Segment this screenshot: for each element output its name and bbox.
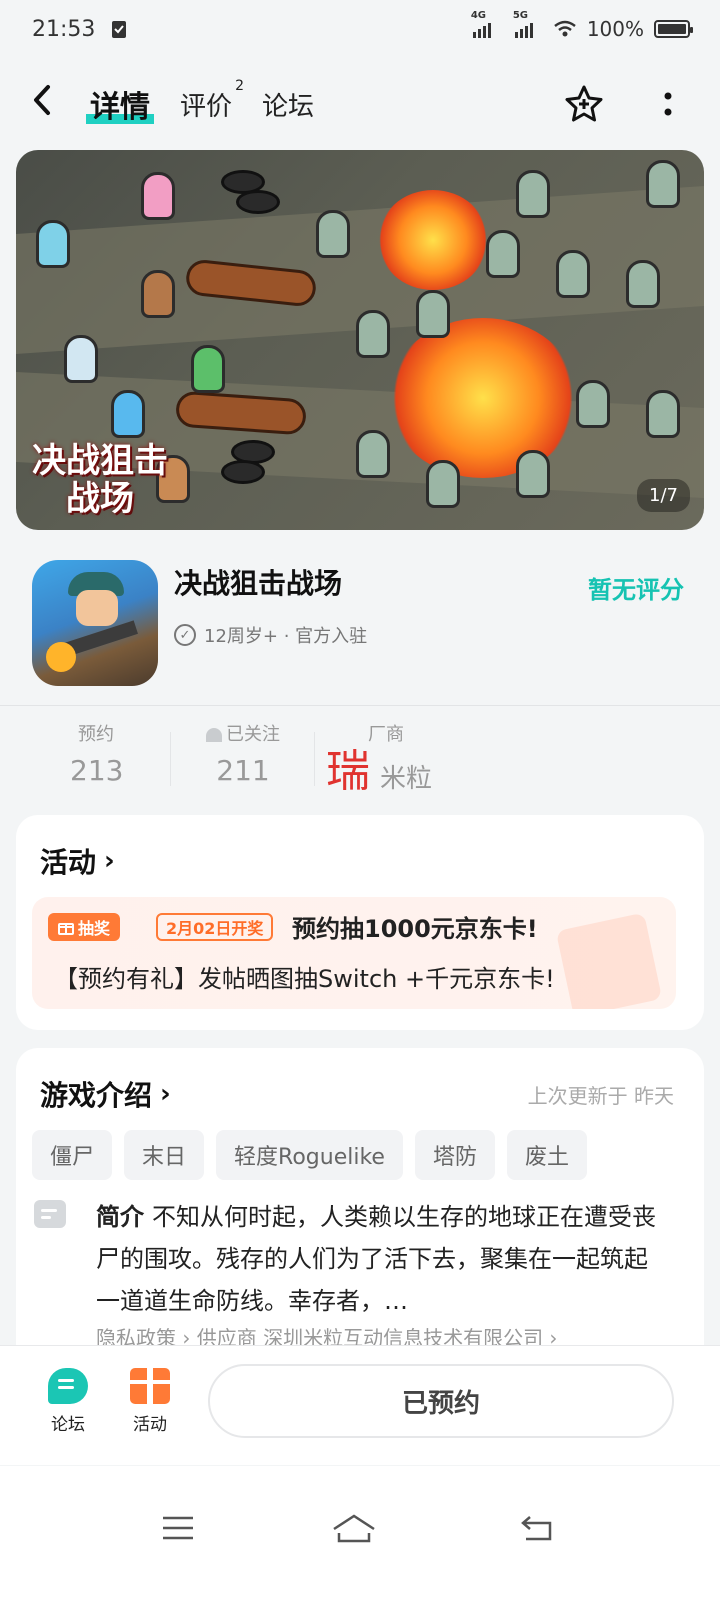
wifi-icon [554, 20, 576, 37]
game-title: 决战狙击战场 [174, 567, 343, 600]
clipboard-icon [112, 21, 127, 38]
reserve-stat: 预约 213 [70, 720, 124, 787]
activity-card: 活动 › 抽奖 2月02日开奖 预约抽1000元京东卡! 【预约有礼】发帖晒图抽… [16, 815, 704, 1030]
review-count: 2 [235, 77, 245, 94]
game-summary[interactable]: 简介 不知从何时起，人类赖以生存的地球正在遭受丧尸的围攻。残存的人们为了活下去，聚… [96, 1196, 668, 1322]
chevron-right-icon: › [104, 846, 115, 876]
follow-label: 已关注 [226, 724, 280, 745]
vendor-name[interactable]: 米粒 [380, 758, 432, 795]
reserved-button[interactable]: 已预约 [208, 1364, 674, 1438]
top-nav: 详情 评价 2 论坛 [0, 70, 720, 138]
battery-icon [654, 20, 693, 38]
tag-item[interactable]: 僵尸 [32, 1130, 113, 1180]
tab-details[interactable]: 详情 [86, 82, 154, 126]
clock: 21:53 [32, 16, 96, 42]
game-meta: ✓ 12周岁+ · 官方入驻 [174, 622, 367, 648]
activity-header[interactable]: 活动 › [40, 841, 115, 881]
tag-item[interactable]: 末日 [124, 1130, 205, 1180]
follow-count: 211 [216, 754, 270, 787]
activity-button[interactable]: 活动 [120, 1368, 180, 1435]
draw-date-badge: 2月02日开奖 [156, 913, 274, 941]
home-icon[interactable] [324, 1508, 384, 1548]
vendor-label: 厂商 [368, 724, 404, 745]
activity-item[interactable]: 抽奖 2月02日开奖 预约抽1000元京东卡! 【预约有礼】发帖晒图抽Switc… [32, 897, 676, 1009]
signal-4g-icon: 4G [471, 10, 491, 38]
verified-icon: ✓ [174, 624, 196, 646]
battery-percent: 100% [586, 17, 644, 41]
forum-button-label: 论坛 [51, 1415, 85, 1435]
reserve-count: 213 [70, 754, 124, 787]
activity-description: 【预约有礼】发帖晒图抽Switch +千元京东卡! [54, 965, 555, 993]
gift-watermark-icon [555, 912, 663, 1009]
gift-small-icon [58, 923, 74, 935]
status-bar: 21:53 4G 5G 100% [0, 0, 720, 58]
signal-5g-icon: 5G [513, 10, 533, 38]
tag-item[interactable]: 塔防 [414, 1130, 495, 1180]
stats-row: 预约 213 已关注 211 厂商 瑞 米粒 [0, 720, 720, 800]
back-icon[interactable] [30, 82, 80, 126]
menu-icon[interactable] [148, 1508, 208, 1548]
chevron-right-icon: › [160, 1079, 171, 1109]
game-logo-art: 决战狙击战场 [32, 441, 168, 519]
activity-button-label: 活动 [133, 1415, 167, 1435]
lottery-badge: 抽奖 [48, 913, 121, 941]
activity-title: 活动 [40, 846, 97, 879]
tag-item[interactable]: 废土 [506, 1130, 587, 1180]
rating-label: 暂无评分 [588, 576, 684, 604]
intro-header[interactable]: 游戏介绍 › [40, 1074, 171, 1114]
tag-item[interactable]: 轻度Roguelike [216, 1130, 403, 1180]
lottery-badge-label: 抽奖 [78, 919, 111, 938]
summary-icon [34, 1200, 66, 1228]
summary-label: 简介 [96, 1203, 144, 1231]
last-updated: 上次更新于 昨天 [527, 1084, 674, 1108]
divider [0, 705, 720, 706]
tag-list: 僵尸 末日 轻度Roguelike 塔防 废土 [32, 1130, 587, 1180]
carousel-page-indicator: 1/7 [637, 479, 690, 512]
reserve-label: 预约 [78, 724, 114, 745]
tab-reviews[interactable]: 评价 2 [180, 78, 244, 123]
intro-title: 游戏介绍 [40, 1079, 153, 1112]
heart-icon [206, 728, 222, 742]
forum-button[interactable]: 论坛 [38, 1368, 98, 1435]
game-app-icon [32, 560, 158, 686]
tab-reviews-label: 评价 [180, 91, 233, 122]
activity-headline: 预约抽1000元京东卡! [292, 915, 538, 943]
tab-forum[interactable]: 论坛 [262, 86, 314, 123]
vendor-logo: 瑞 [326, 746, 370, 797]
more-icon[interactable] [646, 82, 690, 126]
summary-text: 不知从何时起，人类赖以生存的地球正在遭受丧尸的围攻。残存的人们为了活下去，聚集在… [96, 1203, 656, 1315]
favorite-star-icon[interactable] [562, 82, 606, 126]
follow-stat[interactable]: 已关注 211 [198, 720, 288, 787]
chat-icon [48, 1368, 88, 1404]
intro-card: 游戏介绍 › 上次更新于 昨天 僵尸 末日 轻度Roguelike 塔防 废土 … [16, 1048, 704, 1368]
bottom-action-bar: 论坛 活动 已预约 [0, 1345, 720, 1465]
back-nav-icon[interactable] [508, 1508, 568, 1548]
screenshot-carousel[interactable]: 决战狙击战场 1/7 [16, 150, 704, 530]
age-and-official-label: 12周岁+ · 官方入驻 [204, 626, 368, 647]
system-nav-bar [0, 1466, 720, 1600]
gift-icon [130, 1368, 170, 1404]
vendor-stat[interactable]: 厂商 [360, 720, 412, 746]
